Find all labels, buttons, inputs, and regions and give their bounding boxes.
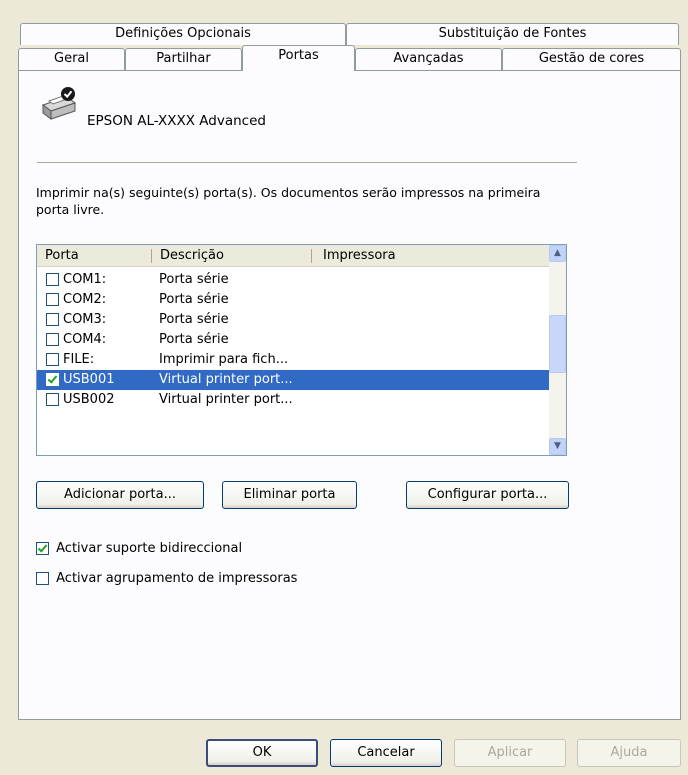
pooling-option[interactable]: Activar agrupamento de impressoras bbox=[36, 571, 297, 586]
ok-button[interactable]: OK bbox=[206, 739, 318, 767]
pooling-label: Activar agrupamento de impressoras bbox=[56, 571, 298, 586]
apply-button[interactable]: Aplicar bbox=[454, 739, 566, 767]
instruction-text: Imprimir na(s) seguinte(s) porta(s). Os … bbox=[36, 185, 541, 217]
tab-portas[interactable]: Portas bbox=[242, 45, 355, 71]
tab-substituicao-de-fontes[interactable]: Substituição de Fontes bbox=[346, 23, 679, 45]
ports-list[interactable]: Porta Descrição Impressora COM1: Porta sé… bbox=[36, 244, 567, 456]
table-row[interactable]: COM4: Porta série bbox=[37, 330, 550, 350]
bidirectional-option[interactable]: Activar suporte bidireccional bbox=[36, 541, 242, 556]
help-button[interactable]: Ajuda bbox=[577, 739, 681, 767]
bidirectional-label: Activar suporte bidireccional bbox=[56, 541, 243, 556]
separator bbox=[37, 162, 577, 163]
pooling-checkbox[interactable] bbox=[36, 572, 49, 585]
port-description: Virtual printer port... bbox=[159, 372, 293, 387]
port-checkbox[interactable] bbox=[46, 393, 59, 406]
tab-geral[interactable]: Geral bbox=[18, 48, 125, 70]
port-description: Porta série bbox=[159, 292, 229, 307]
table-row[interactable]: FILE: Imprimir para fich... bbox=[37, 350, 550, 370]
port-name: COM1: bbox=[63, 272, 107, 287]
port-description: Imprimir para fich... bbox=[159, 352, 289, 367]
port-description: Virtual printer port... bbox=[159, 392, 293, 407]
table-row[interactable]: COM1: Porta série bbox=[37, 270, 550, 290]
printer-name: EPSON AL-XXXX Advanced bbox=[87, 113, 266, 129]
table-row[interactable]: USB002 Virtual printer port... bbox=[37, 390, 550, 410]
port-name: COM4: bbox=[63, 332, 107, 347]
tab-definicoes-opcionais[interactable]: Definições Opcionais bbox=[20, 23, 346, 45]
vertical-scrollbar[interactable]: ▲ ▼ bbox=[549, 245, 566, 455]
port-name: FILE: bbox=[63, 352, 95, 367]
tab-avancadas[interactable]: Avançadas bbox=[355, 48, 502, 70]
port-name: USB001 bbox=[63, 372, 115, 387]
table-row[interactable]: COM3: Porta série bbox=[37, 310, 550, 330]
port-checkbox[interactable] bbox=[46, 373, 59, 386]
port-name: USB002 bbox=[63, 392, 115, 407]
column-header-descricao[interactable]: Descrição bbox=[152, 245, 312, 267]
port-checkbox[interactable] bbox=[46, 353, 59, 366]
tab-panel-portas: EPSON AL-XXXX Advanced Imprimir na(s) se… bbox=[18, 70, 681, 720]
column-header-porta[interactable]: Porta bbox=[37, 245, 152, 267]
port-description: Porta série bbox=[159, 312, 229, 327]
port-description: Porta série bbox=[159, 332, 229, 347]
port-name: COM3: bbox=[63, 312, 107, 327]
port-name: COM2: bbox=[63, 292, 107, 307]
tab-gestao-de-cores[interactable]: Gestão de cores bbox=[502, 48, 681, 70]
scroll-down-icon[interactable]: ▼ bbox=[549, 438, 566, 455]
port-checkbox[interactable] bbox=[46, 273, 59, 286]
port-checkbox[interactable] bbox=[46, 333, 59, 346]
add-port-button[interactable]: Adicionar porta... bbox=[36, 481, 204, 509]
port-checkbox[interactable] bbox=[46, 313, 59, 326]
configure-port-button[interactable]: Configurar porta... bbox=[406, 481, 569, 509]
column-header-impressora-label: Impressora bbox=[323, 248, 396, 263]
port-description: Porta série bbox=[159, 272, 229, 287]
column-header-descricao-label: Descrição bbox=[160, 248, 224, 263]
scroll-up-icon[interactable]: ▲ bbox=[549, 245, 566, 262]
table-row[interactable]: USB001 Virtual printer port... bbox=[37, 370, 550, 390]
cancel-button[interactable]: Cancelar bbox=[330, 739, 442, 767]
bidirectional-checkbox[interactable] bbox=[36, 542, 49, 555]
table-row[interactable]: COM2: Porta série bbox=[37, 290, 550, 310]
column-header-porta-label: Porta bbox=[45, 248, 79, 263]
scroll-thumb[interactable] bbox=[549, 315, 566, 373]
delete-port-button[interactable]: Eliminar porta bbox=[222, 481, 357, 509]
printer-icon bbox=[37, 85, 79, 125]
tab-partilhar[interactable]: Partilhar bbox=[125, 48, 242, 70]
column-header-impressora[interactable]: Impressora bbox=[312, 245, 550, 267]
port-checkbox[interactable] bbox=[46, 293, 59, 306]
